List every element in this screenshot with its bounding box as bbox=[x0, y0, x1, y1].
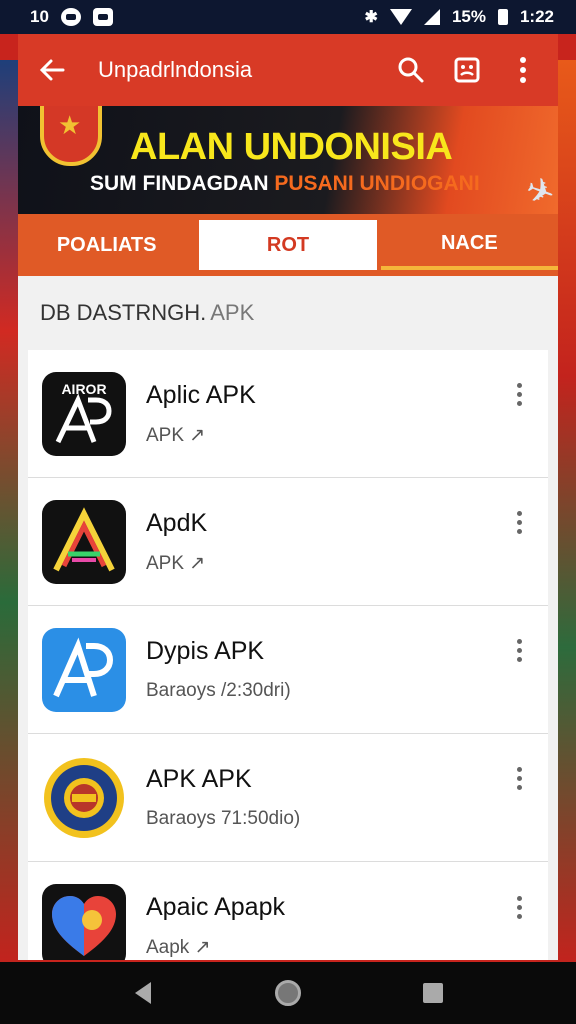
banner-subtitle-b: PUSANI UNDIOGANI bbox=[274, 172, 480, 195]
section-suffix: APK bbox=[210, 300, 255, 325]
toolbar: Unpadrlndonsia bbox=[18, 34, 558, 106]
overflow-menu-button[interactable] bbox=[502, 49, 544, 91]
battery-icon bbox=[497, 9, 508, 25]
flag-emblem-icon bbox=[40, 106, 102, 166]
ap-blue-icon bbox=[42, 627, 126, 712]
item-text: ApdK APK ↗ bbox=[146, 509, 504, 575]
back-button[interactable] bbox=[36, 54, 68, 86]
section-title: DB DASTRNGH. bbox=[40, 300, 207, 325]
tab-3[interactable]: NACE bbox=[380, 220, 558, 270]
wifi-icon bbox=[389, 9, 412, 25]
app-window: Unpadrlndonsia ALAN UNDONISIA SUM F bbox=[18, 34, 558, 960]
item-more-button[interactable] bbox=[504, 503, 534, 543]
banner-title: ALAN UNDONISIA bbox=[130, 126, 453, 168]
search-icon bbox=[398, 57, 424, 83]
app-subtitle: APK ↗ bbox=[146, 552, 206, 574]
status-left: 10 bbox=[30, 7, 113, 27]
recents-square-icon bbox=[423, 983, 444, 1003]
app-subtitle: Baraoys 71:50dio) bbox=[146, 808, 301, 829]
back-triangle-icon bbox=[134, 982, 151, 1004]
item-text: Apaic Apapk Aapk ↗ bbox=[146, 893, 504, 959]
app-name: ApdK bbox=[146, 508, 208, 537]
section-header: DB DASTRNGH. APK bbox=[18, 276, 558, 350]
app-name: APK APK bbox=[146, 765, 252, 793]
item-more-button[interactable] bbox=[504, 631, 534, 671]
system-nav-bar bbox=[0, 962, 576, 1024]
back-arrow-icon bbox=[39, 59, 65, 81]
battery-percent: 15% bbox=[451, 7, 486, 26]
app-name: Dypis APK bbox=[146, 637, 265, 665]
item-more-button[interactable] bbox=[504, 759, 534, 799]
item-text: Dypis APK Baraoys /2:30dri) bbox=[146, 637, 504, 702]
item-more-button[interactable] bbox=[504, 375, 534, 415]
status-right: ✱ 15% 1:22 bbox=[365, 7, 554, 27]
signal-icon bbox=[423, 9, 440, 25]
airplane-icon: ✈ bbox=[519, 169, 558, 214]
tab-2[interactable]: ROT bbox=[199, 220, 377, 270]
item-more-button[interactable] bbox=[504, 887, 534, 927]
search-button[interactable] bbox=[390, 49, 432, 91]
list-item[interactable]: Dypis APK Baraoys /2:30dri) bbox=[28, 606, 548, 734]
vibrate-icon: ✱ bbox=[364, 9, 378, 26]
message-icon bbox=[92, 8, 113, 26]
item-text: Aplic APK APK ↗ bbox=[146, 381, 504, 447]
seal-emblem-icon bbox=[42, 756, 126, 840]
list-item[interactable]: AIROR Aplic APK APK ↗ bbox=[28, 350, 548, 478]
status-bar: 10 ✱ 15% 1:22 bbox=[0, 0, 576, 34]
nav-back-button[interactable] bbox=[121, 971, 165, 1015]
heart-icon bbox=[42, 884, 126, 960]
list-item[interactable]: APK APK Baraoys 71:50dio) bbox=[28, 734, 548, 862]
home-circle-icon bbox=[274, 980, 301, 1006]
toolbar-title: Unpadrlndonsia bbox=[98, 57, 253, 82]
banner-subtitle-a: SUM FINDAGDAN bbox=[90, 172, 275, 195]
image-button[interactable] bbox=[446, 49, 488, 91]
banner-subtitle: SUM FINDAGDAN PUSANI UNDIOGANI bbox=[90, 172, 480, 196]
a-neon-icon bbox=[42, 499, 126, 584]
list-item[interactable]: ApdK APK ↗ bbox=[28, 478, 548, 606]
promo-banner[interactable]: ALAN UNDONISIA SUM FINDAGDAN PUSANI UNDI… bbox=[18, 106, 558, 214]
ap-logo-icon: AIROR bbox=[42, 371, 126, 456]
status-clock: 1:22 bbox=[519, 7, 554, 26]
item-text: APK APK Baraoys 71:50dio) bbox=[146, 765, 504, 830]
app-subtitle: Aapk ↗ bbox=[146, 937, 211, 958]
app-name: Aplic APK bbox=[146, 380, 256, 409]
svg-text:AIROR: AIROR bbox=[61, 381, 106, 397]
notification-icon bbox=[60, 8, 81, 26]
app-subtitle: Baraoys /2:30dri) bbox=[146, 680, 291, 701]
more-vertical-icon bbox=[520, 57, 526, 83]
tab-bar: POALIATS ROT NACE bbox=[18, 214, 558, 276]
app-name: Apaic Apapk bbox=[146, 893, 285, 921]
nav-recents-button[interactable] bbox=[411, 971, 455, 1015]
list-item[interactable]: Apaic Apapk Aapk ↗ bbox=[28, 862, 548, 960]
app-list: AIROR Aplic APK APK ↗ ApdK APK ↗ Dypis A… bbox=[28, 350, 548, 960]
image-icon bbox=[454, 57, 480, 83]
app-subtitle: APK ↗ bbox=[146, 424, 206, 446]
nav-home-button[interactable] bbox=[266, 971, 310, 1015]
tab-1[interactable]: POALIATS bbox=[18, 220, 195, 270]
status-time-left: 10 bbox=[30, 7, 49, 26]
